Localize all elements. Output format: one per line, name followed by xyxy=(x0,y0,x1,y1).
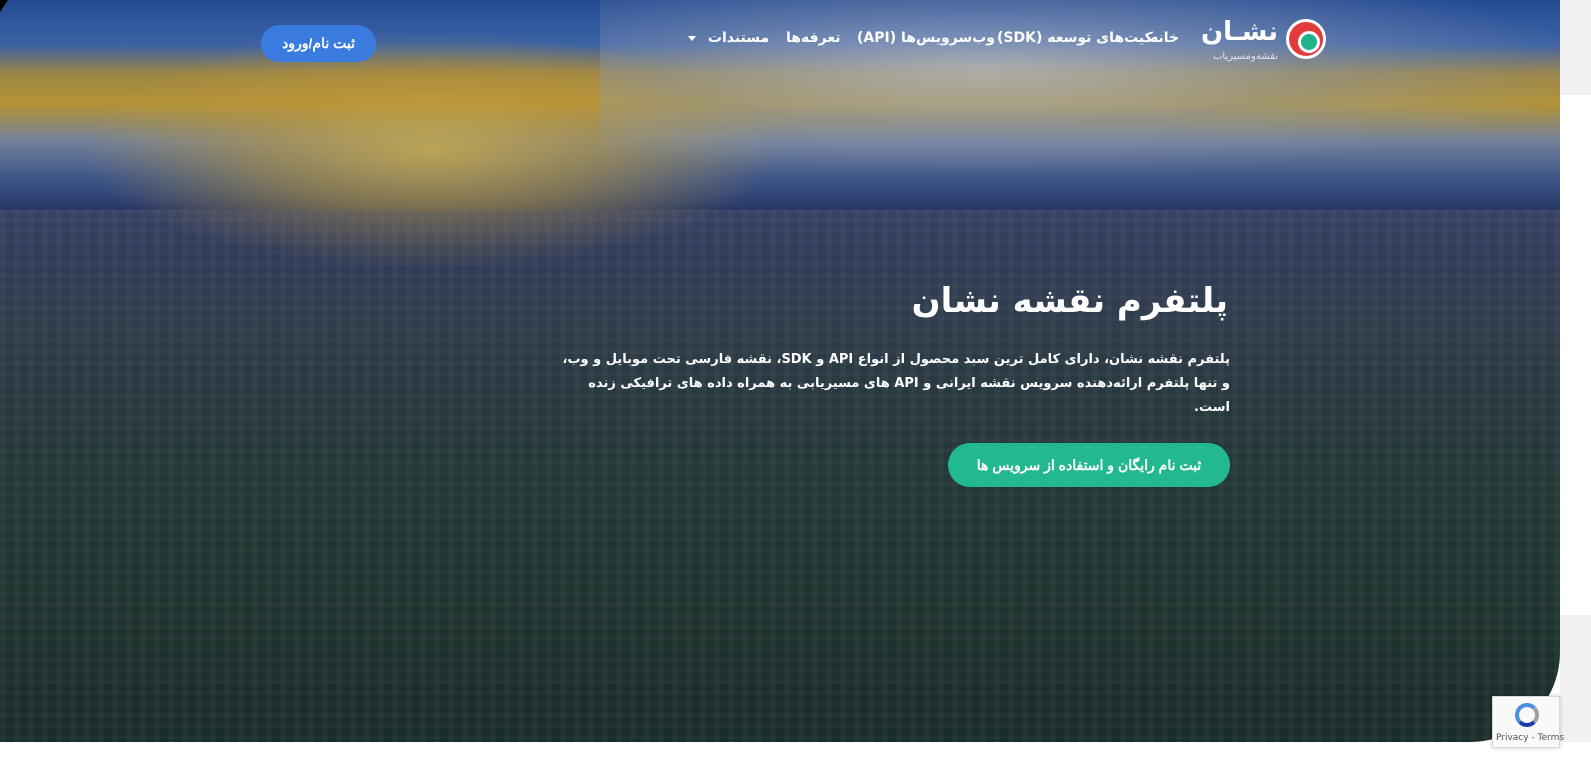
recaptcha-privacy-terms[interactable]: Privacy - Terms xyxy=(1496,733,1564,743)
nav-item-home[interactable]: خانه xyxy=(1150,30,1179,52)
page-bottom xyxy=(0,742,1591,776)
hero-section: نشـان نقشه‌ومسیریاب خانه کیت‌های توسعه (… xyxy=(0,0,1560,742)
nav-item-pricing[interactable]: تعرفه‌ها xyxy=(786,30,841,52)
scrollbar-thumb[interactable] xyxy=(1560,95,1591,615)
logo-pin-icon xyxy=(1286,19,1326,59)
recaptcha-icon xyxy=(1515,703,1539,727)
mouse-cursor-icon xyxy=(0,0,8,12)
nav-item-docs-label: مستندات xyxy=(707,30,770,46)
top-navigation: نشـان نقشه‌ومسیریاب خانه کیت‌های توسعه (… xyxy=(0,0,1560,82)
hero-description: پلتفرم نقشه نشان، دارای کامل ترین سبد مح… xyxy=(562,352,1230,415)
nav-item-api[interactable]: وب‌سرویس‌ها (API) xyxy=(857,30,995,52)
nav-item-docs[interactable]: مستندات xyxy=(688,30,769,52)
login-register-button[interactable]: ثبت نام/ورود xyxy=(261,25,376,62)
logo-subtitle: نقشه‌ومسیریاب xyxy=(1212,51,1278,62)
chevron-down-icon xyxy=(688,35,696,41)
nav-item-sdk[interactable]: کیت‌های توسعه (SDK) xyxy=(997,30,1153,52)
logo-text: نشـان xyxy=(1200,17,1278,47)
free-signup-button[interactable]: ثبت نام رایگان و استفاده از سرویس ها xyxy=(948,443,1230,487)
hero-title: پلتفرم نقشه نشان xyxy=(911,281,1228,321)
logo[interactable]: نشـان نقشه‌ومسیریاب xyxy=(1200,17,1330,63)
recaptcha-badge[interactable]: Privacy - Terms xyxy=(1492,696,1564,748)
